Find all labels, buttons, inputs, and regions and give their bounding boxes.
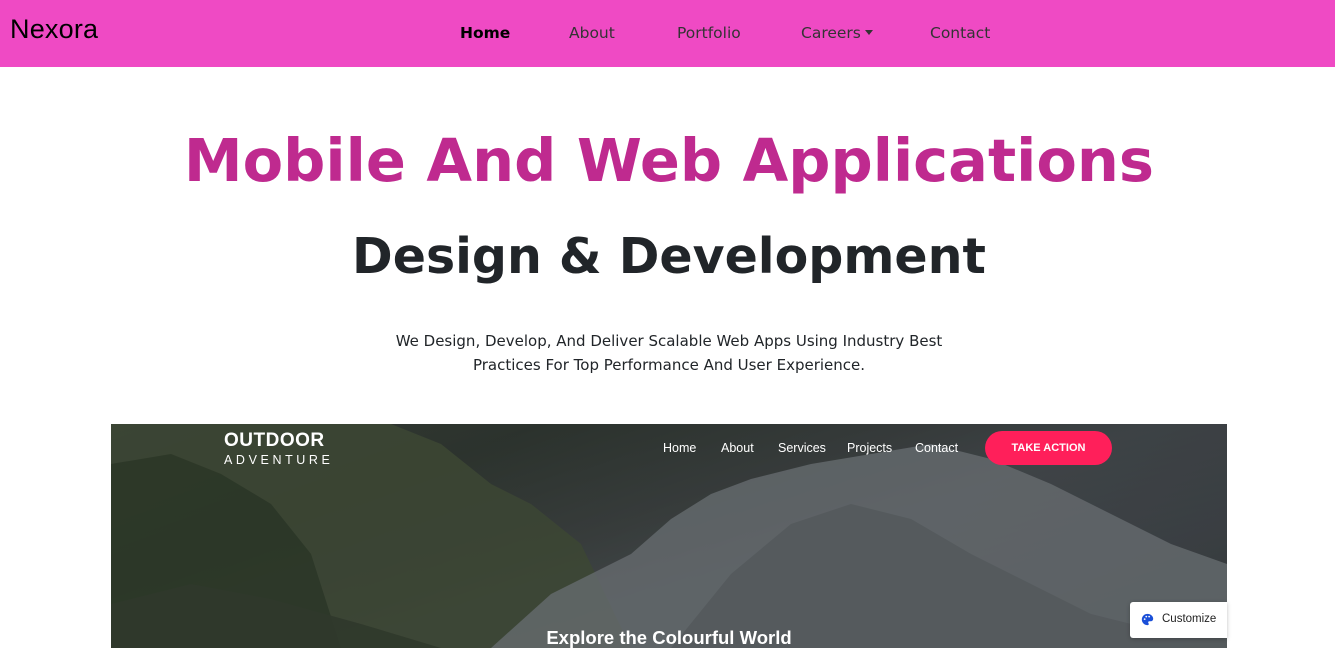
- preview-nav-contact[interactable]: Contact: [915, 441, 958, 455]
- caret-down-icon: [864, 30, 873, 35]
- nav-links: Home About Portfolio Careers Contact: [0, 0, 1335, 67]
- customize-button[interactable]: Customize: [1130, 602, 1227, 638]
- nav-contact[interactable]: Contact: [930, 24, 990, 42]
- customize-label: Customize: [1162, 613, 1217, 625]
- nav-portfolio[interactable]: Portfolio: [677, 24, 741, 42]
- preview-headline: Explore the Colourful World: [546, 627, 792, 648]
- preview-logo[interactable]: OUTDOOR ADVENTURE: [224, 430, 334, 467]
- preview-nav-services[interactable]: Services: [778, 441, 826, 455]
- nav-careers-dropdown[interactable]: Careers: [801, 24, 873, 42]
- preview-logo-sub: ADVENTURE: [224, 453, 334, 467]
- top-navbar: Nexora Home About Portfolio Careers Cont…: [0, 0, 1335, 67]
- preview-logo-main: OUTDOOR: [224, 430, 325, 451]
- take-action-button[interactable]: TAKE ACTION: [985, 431, 1112, 465]
- website-preview[interactable]: OUTDOOR ADVENTURE Home About Services Pr…: [111, 424, 1227, 648]
- hero-subtitle: Design & Development: [352, 228, 986, 285]
- nav-about[interactable]: About: [569, 24, 615, 42]
- palette-icon: [1141, 613, 1154, 626]
- hero-description: We Design, Develop, And Deliver Scalable…: [395, 332, 943, 374]
- preview-nav-about[interactable]: About: [721, 441, 754, 455]
- preview-nav-home[interactable]: Home: [663, 441, 696, 455]
- hero-title: Mobile And Web Applications: [183, 126, 1155, 195]
- preview-nav-projects[interactable]: Projects: [847, 441, 892, 455]
- nav-home[interactable]: Home: [460, 24, 510, 42]
- nav-careers-label: Careers: [801, 24, 861, 42]
